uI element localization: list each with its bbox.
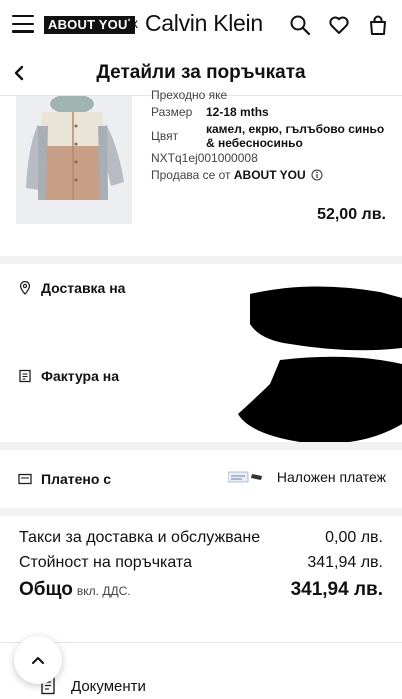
menu-icon[interactable] <box>12 15 34 33</box>
total-label: Общо вкл. ДДС. <box>19 579 131 600</box>
order-value-label: Стойност на поръчката <box>19 554 192 571</box>
product-sku: NXTq1ej001000008 <box>151 151 258 165</box>
heart-icon[interactable] <box>327 13 351 37</box>
top-bar: ABOUT YOU° x Calvin Klein <box>0 0 402 50</box>
section-divider <box>0 256 402 264</box>
about-you-logo[interactable]: ABOUT YOU° <box>44 16 135 34</box>
bag-icon[interactable] <box>366 13 390 37</box>
page-title: Детайли за поръчката <box>96 62 306 83</box>
size-label: Размер <box>151 105 193 119</box>
total-value: 341,94 лв. <box>290 579 383 600</box>
info-icon[interactable] <box>311 169 323 181</box>
payment-method: Наложен платеж <box>276 469 386 485</box>
product-name: Преходно яке <box>151 88 228 102</box>
address-section: Доставка на Фактура на <box>0 264 402 444</box>
calvin-klein-logo[interactable]: Calvin Klein <box>145 10 263 37</box>
shipping-fee-label: Такси за доставка и обслужване <box>19 529 261 546</box>
color-label: Цвят <box>151 129 179 143</box>
delivery-label: Доставка на <box>41 280 126 296</box>
product-image[interactable] <box>16 96 132 224</box>
vat-note: вкл. ДДС. <box>76 584 131 598</box>
order-totals: Такси за доставка и обслужване 0,00 лв. … <box>0 516 402 616</box>
order-item[interactable]: Преходно яке Размер 12-18 mths Цвят каме… <box>0 88 402 256</box>
size-value: 12-18 mths <box>206 105 269 119</box>
section-divider <box>0 442 402 450</box>
redaction-scribble <box>238 286 402 444</box>
item-price: 52,00 лв. <box>317 206 386 223</box>
color-value-line2: & небесносиньо <box>206 136 303 150</box>
shipping-fee-value: 0,00 лв. <box>325 529 383 546</box>
payment-card-icon <box>18 473 32 485</box>
search-icon[interactable] <box>288 13 312 37</box>
brand-separator: x <box>131 15 138 31</box>
color-value-line1: камел, екрю, гълъбово синьо <box>206 122 385 136</box>
invoice-label: Фактура на <box>41 368 120 384</box>
paid-with-label: Платено с <box>41 471 112 487</box>
scroll-top-button[interactable] <box>14 636 62 684</box>
order-value-amount: 341,94 лв. <box>307 554 383 571</box>
section-divider <box>0 508 402 516</box>
invoice-icon <box>19 369 31 383</box>
chevron-up-icon <box>32 657 44 664</box>
cash-on-delivery-icon <box>228 471 262 483</box>
seller-label: Продава се от ABOUT YOU <box>151 168 306 182</box>
payment-section: Платено с Наложен платеж <box>0 450 402 508</box>
documents-label: Документи <box>71 678 146 695</box>
seller-name: ABOUT YOU <box>233 168 306 182</box>
location-pin-icon <box>19 281 31 295</box>
